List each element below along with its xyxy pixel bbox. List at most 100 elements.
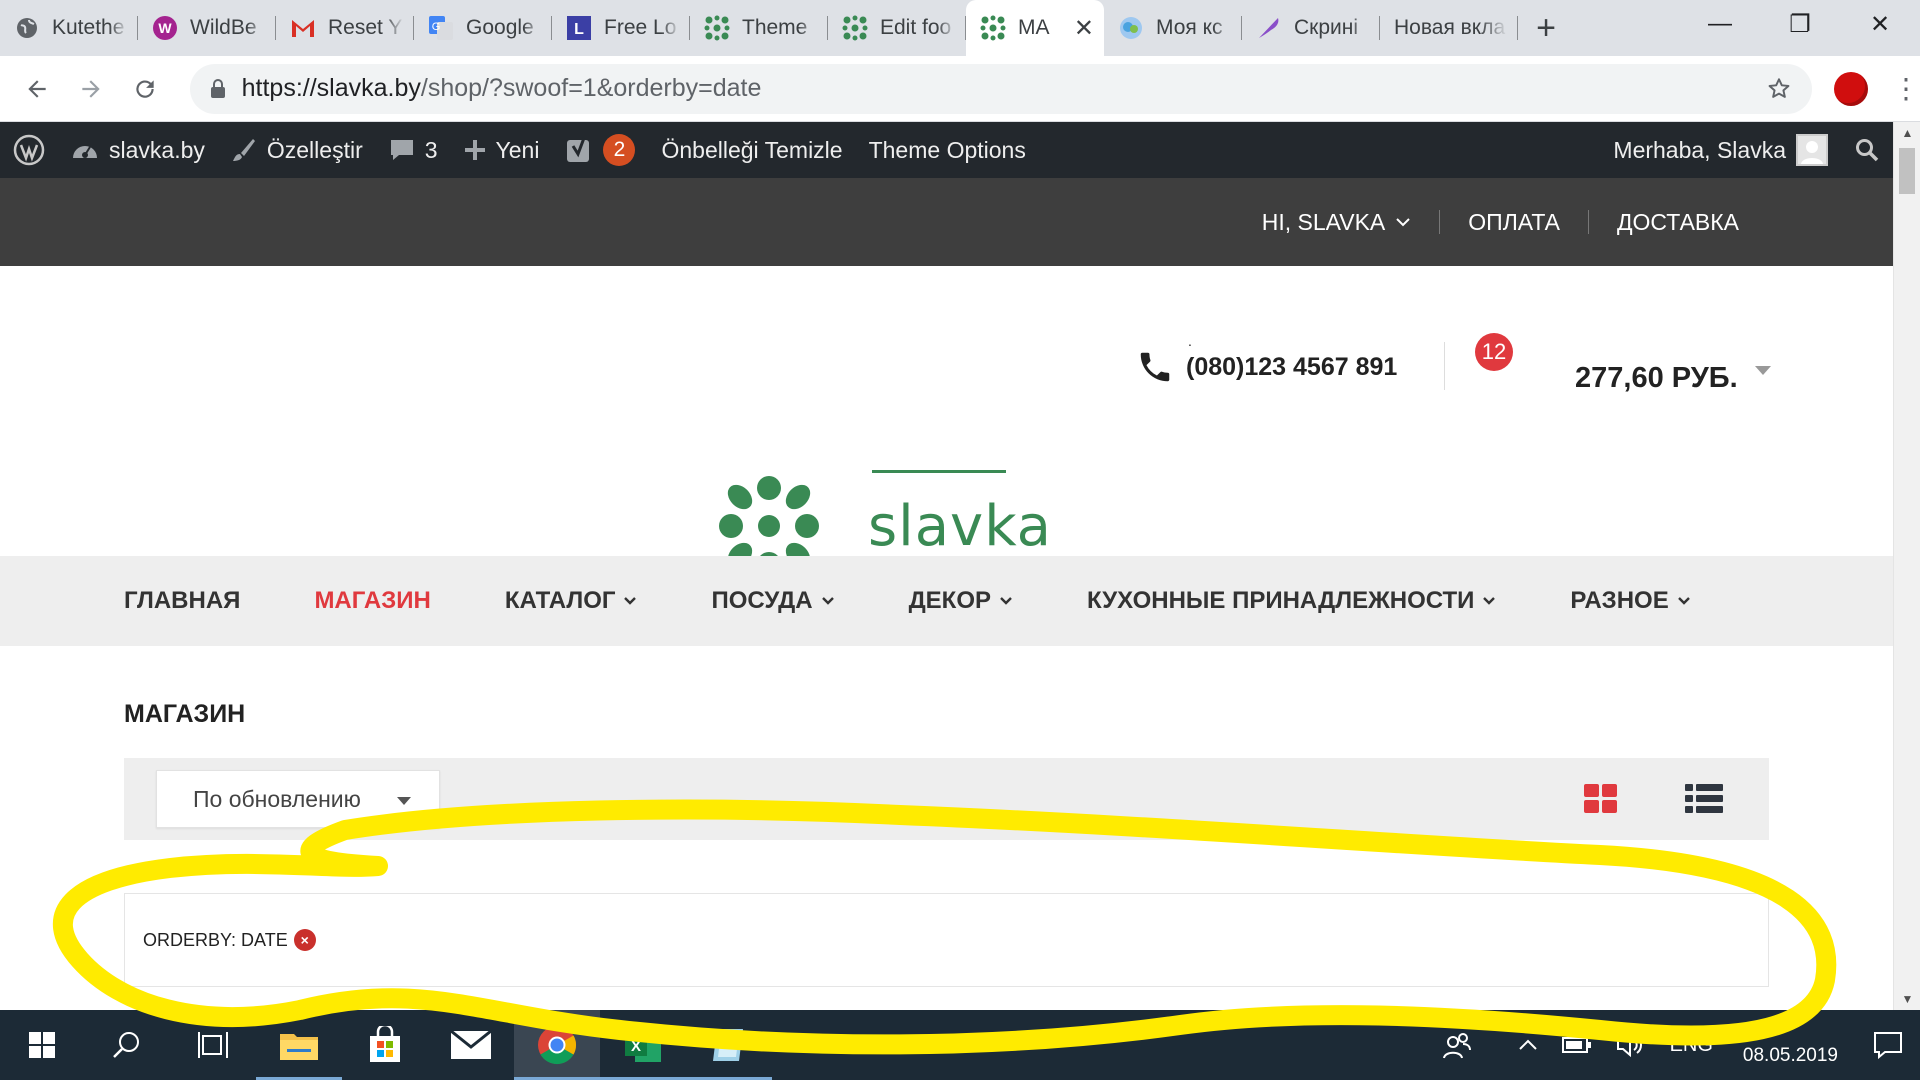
nav-item-tableware[interactable]: ПОСУДА — [711, 587, 834, 615]
tab-title: Reset Y — [328, 16, 403, 39]
volume-icon[interactable] — [1604, 1033, 1658, 1057]
scrollbar-thumb[interactable] — [1899, 148, 1915, 194]
close-window-button[interactable]: ✕ — [1840, 0, 1920, 48]
excel-taskbar-button[interactable]: X — [600, 1010, 686, 1080]
user-menu[interactable]: HI, SLAVKA — [1234, 209, 1440, 236]
nav-item-shop[interactable]: МАГАЗИН — [314, 587, 430, 615]
browser-tab[interactable]: Theme — [690, 0, 828, 56]
action-center-icon[interactable] — [1856, 1031, 1920, 1059]
start-button[interactable] — [0, 1010, 84, 1080]
page-title: МАГАЗИН — [124, 700, 246, 728]
cart-dropdown-caret[interactable] — [1755, 366, 1771, 375]
scroll-down-arrow[interactable]: ▼ — [1894, 988, 1920, 1010]
people-icon[interactable] — [1430, 1031, 1484, 1059]
language-indicator[interactable]: ENG — [1658, 1034, 1725, 1057]
wp-logo-button[interactable] — [0, 122, 58, 178]
nav-item-decor[interactable]: ДЕКОР — [909, 587, 1013, 615]
clear-cache-link[interactable]: Önbelleği Temizle — [648, 122, 855, 178]
store-bag-icon — [370, 1026, 400, 1062]
search-icon — [1856, 139, 1879, 162]
new-content-link[interactable]: Yeni — [451, 122, 553, 178]
slavka-logo-icon — [980, 15, 1006, 41]
browser-menu-icon[interactable]: ⋮ — [1892, 74, 1920, 103]
logo-line-top — [872, 470, 1006, 473]
site-name-link[interactable]: slavka.by — [58, 122, 218, 178]
browser-tab[interactable]: Скрині — [1242, 0, 1380, 56]
my-account-link[interactable]: Merhaba, Slavka — [1600, 122, 1841, 178]
svg-text:X: X — [631, 1038, 641, 1055]
orderby-select[interactable]: По обновлению — [156, 770, 440, 828]
clock-date[interactable]: 08.05.2019 — [1725, 1022, 1856, 1069]
theme-options-link[interactable]: Theme Options — [856, 122, 1039, 178]
maximize-button[interactable]: ❐ — [1760, 0, 1840, 48]
cart-count-badge[interactable]: 12 — [1475, 333, 1513, 371]
nav-item-home[interactable]: ГЛАВНАЯ — [124, 587, 240, 615]
bookmark-star-icon[interactable] — [1766, 76, 1792, 102]
chrome-taskbar-button[interactable] — [514, 1010, 600, 1080]
reload-button[interactable] — [118, 62, 172, 116]
back-button[interactable] — [10, 62, 64, 116]
delivery-link[interactable]: ДОСТАВКА — [1589, 209, 1739, 236]
comments-link[interactable]: 3 — [376, 122, 451, 178]
customize-link[interactable]: Özelleştir — [218, 122, 376, 178]
minimize-button[interactable]: — — [1680, 0, 1760, 48]
caret-down-icon — [397, 797, 411, 805]
admin-search-button[interactable] — [1841, 122, 1893, 178]
wordpress-icon — [13, 134, 45, 166]
plus-icon — [464, 139, 486, 161]
browser-tab[interactable]: Kutethe — [0, 0, 138, 56]
browser-tab[interactable]: Reset Y — [276, 0, 414, 56]
battery-icon[interactable] — [1550, 1036, 1604, 1054]
new-tab-button[interactable]: + — [1518, 0, 1574, 56]
app-taskbar-button[interactable] — [686, 1010, 772, 1080]
mail-taskbar-button[interactable] — [428, 1010, 514, 1080]
store-taskbar-button[interactable] — [342, 1010, 428, 1080]
remove-filter-icon[interactable]: × — [293, 929, 316, 951]
tab-title: WildBe — [190, 16, 257, 39]
tab-title: Theme — [742, 16, 808, 39]
nav-item-catalog[interactable]: КАТАЛОГ — [505, 587, 638, 615]
browser-tab[interactable]: L Free Lo — [552, 0, 690, 56]
taskbar-search-button[interactable] — [84, 1010, 170, 1080]
slavka-logo-icon — [842, 15, 868, 41]
nav-item-kitchen[interactable]: КУХОННЫЕ ПРИНАДЛЕЖНОСТИ — [1087, 587, 1496, 615]
lock-icon — [210, 78, 225, 98]
nav-label: ПОСУДА — [711, 587, 813, 614]
browser-tab[interactable]: Новая вкла — [1380, 0, 1518, 56]
site-top-bar: HI, SLAVKA ОПЛАТА ДОСТАВКА — [0, 178, 1893, 266]
system-tray: ENG 08.05.2019 — [1430, 1022, 1920, 1069]
browser-tab[interactable]: Edit foo — [828, 0, 966, 56]
admin-bar-right: Merhaba, Slavka — [1600, 122, 1893, 178]
scroll-up-arrow[interactable]: ▲ — [1894, 122, 1920, 144]
browser-tab-active[interactable]: MA ✕ — [966, 0, 1104, 56]
browser-tab[interactable]: Моя кс — [1104, 0, 1242, 56]
file-explorer-taskbar-button[interactable] — [256, 1010, 342, 1080]
cloud-icon — [1118, 15, 1144, 41]
nav-item-misc[interactable]: РАЗНОЕ — [1570, 587, 1690, 615]
forward-button[interactable] — [64, 62, 118, 116]
browser-tab[interactable]: G Google — [414, 0, 552, 56]
cart-total[interactable]: 277,60 РУБ. — [1575, 362, 1738, 395]
extension-icon[interactable] — [1834, 71, 1868, 106]
avatar — [1796, 134, 1828, 166]
close-tab-icon[interactable]: ✕ — [1074, 14, 1094, 43]
grid-view-button[interactable] — [1584, 784, 1618, 819]
grid-icon — [1584, 784, 1617, 813]
page-scrollbar[interactable]: ▲ ▼ — [1893, 122, 1920, 1010]
contact-phone[interactable]: . (080)123 4567 891 — [1136, 333, 1397, 386]
phone-icon — [1140, 352, 1170, 382]
svg-text:G: G — [432, 21, 441, 33]
browser-tab[interactable]: W WildBe — [138, 0, 276, 56]
windows-taskbar: X ENG 08.05.2019 — [0, 1010, 1920, 1080]
tab-title: Скрині — [1294, 16, 1359, 39]
task-view-button[interactable] — [170, 1010, 256, 1080]
shop-toolbar: По обновлению — [124, 758, 1769, 840]
address-bar[interactable]: https://slavka.by/shop/?swoof=1&orderby=… — [189, 63, 1813, 114]
list-view-button[interactable] — [1685, 784, 1723, 819]
payment-link[interactable]: ОПЛАТА — [1440, 209, 1588, 236]
yoast-seo-link[interactable]: 2 — [552, 122, 648, 178]
globe-icon — [14, 15, 40, 41]
chevron-up-icon[interactable] — [1506, 1038, 1550, 1052]
site-name: slavka.by — [109, 136, 205, 163]
wildberries-icon: W — [152, 15, 178, 41]
